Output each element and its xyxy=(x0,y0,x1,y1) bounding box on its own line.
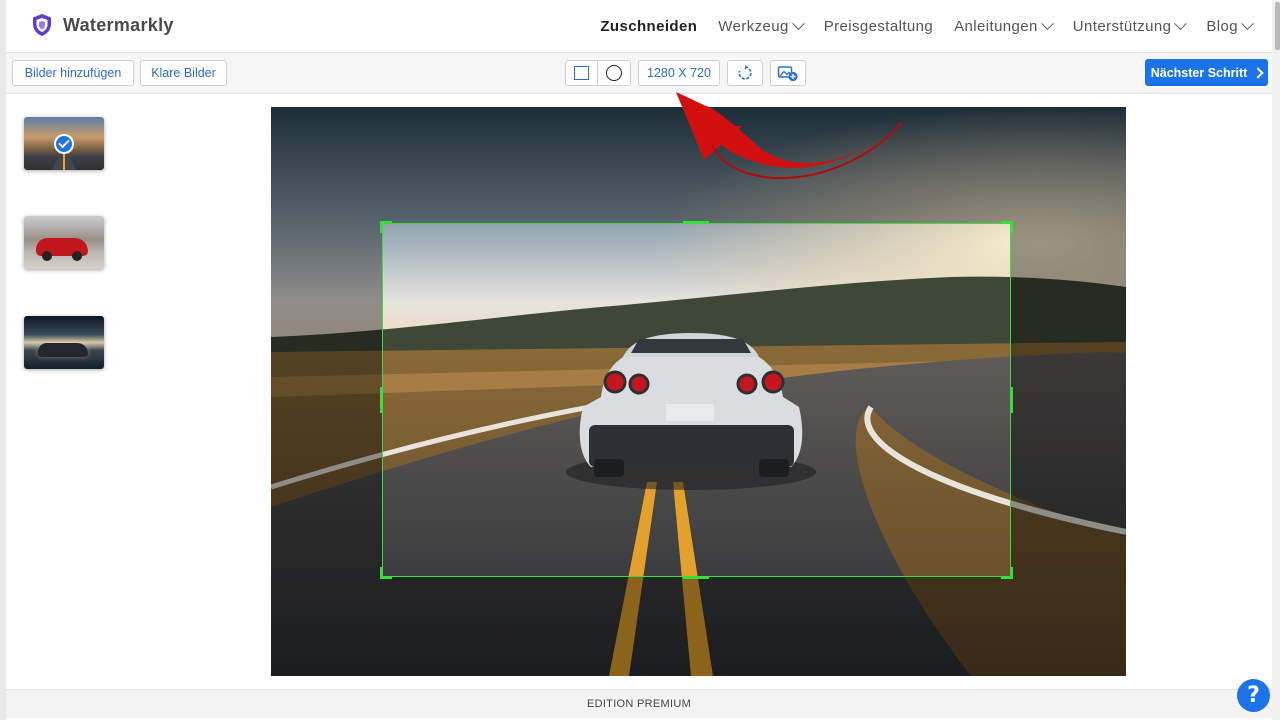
nav-item-preisgestaltung[interactable]: Preisgestaltung xyxy=(824,18,933,35)
top-navigation: Watermarkly Zuschneiden Werkzeug Preisge… xyxy=(6,0,1272,53)
selected-check-icon xyxy=(54,134,74,154)
chevron-down-icon xyxy=(791,17,805,31)
chevron-down-icon xyxy=(1040,17,1054,31)
thumb-wheel xyxy=(72,251,82,261)
thumb-wheel xyxy=(42,251,52,261)
add-image-button[interactable] xyxy=(770,60,806,86)
help-button[interactable]: ? xyxy=(1237,679,1270,712)
thumb-lane xyxy=(63,153,65,170)
nav-label: Zuschneiden xyxy=(600,18,698,35)
nav-label: Werkzeug xyxy=(718,18,789,35)
editor-toolbar: Bilder hinzufügen Klare Bilder 1280 X 72… xyxy=(6,53,1272,94)
nav-item-zuschneiden[interactable]: Zuschneiden xyxy=(600,18,697,35)
square-icon xyxy=(574,66,589,80)
page-scrollbar-thumb[interactable] xyxy=(1275,2,1280,50)
crop-handle-left[interactable] xyxy=(380,387,383,413)
brand-logo[interactable]: Watermarkly xyxy=(31,13,174,37)
thumbnail-red-porsche[interactable] xyxy=(24,216,104,269)
nav-label: Anleitungen xyxy=(954,18,1038,35)
nav-item-werkzeug[interactable]: Werkzeug xyxy=(718,17,805,35)
nav-item-blog[interactable]: Blog xyxy=(1206,17,1254,35)
photo-canvas[interactable] xyxy=(271,107,1126,676)
nav-label: Unterstützung xyxy=(1072,18,1172,35)
brand-name: Watermarkly xyxy=(63,14,174,35)
nav-label: Preisgestaltung xyxy=(823,18,934,35)
chevron-right-icon xyxy=(1252,66,1264,79)
clear-images-button[interactable]: Klare Bilder xyxy=(140,60,227,86)
page-scrollbar[interactable] xyxy=(1272,0,1280,720)
edition-footer: EDITION PREMIUM xyxy=(6,689,1272,718)
chevron-down-icon xyxy=(1174,17,1188,31)
nav-item-unterstuetzung[interactable]: Unterstützung xyxy=(1072,17,1188,35)
chevron-down-icon xyxy=(1241,17,1254,31)
thumbnail-road-car-sunset[interactable] xyxy=(24,117,104,170)
crop-handle-bottom-right[interactable] xyxy=(1001,567,1013,579)
editor-workspace xyxy=(6,94,1272,689)
next-step-button[interactable]: Nächster Schritt xyxy=(1145,59,1268,86)
crop-shape-rectangle-button[interactable] xyxy=(566,61,599,85)
help-label: ? xyxy=(1247,683,1260,708)
add-image-icon xyxy=(777,66,798,82)
crop-shape-circle-button[interactable] xyxy=(598,61,630,85)
crop-frame[interactable] xyxy=(380,221,1013,579)
circle-icon xyxy=(606,65,622,81)
rotate-button[interactable] xyxy=(727,60,763,86)
nav-item-anleitungen[interactable]: Anleitungen xyxy=(954,17,1054,35)
crop-handle-top[interactable] xyxy=(683,221,709,224)
thumbnail-gray-sports-car[interactable] xyxy=(24,316,104,369)
rotate-icon xyxy=(738,65,752,80)
crop-shape-selector xyxy=(565,60,631,86)
thumb-car xyxy=(38,343,88,357)
crop-handle-top-left[interactable] xyxy=(380,221,392,233)
next-step-label: Nächster Schritt xyxy=(1150,65,1248,80)
crop-handle-bottom-left[interactable] xyxy=(380,567,392,579)
shield-icon xyxy=(33,14,51,36)
nav-label: Blog xyxy=(1206,18,1238,35)
crop-handle-top-right[interactable] xyxy=(1001,221,1013,233)
crop-size-button[interactable]: 1280 X 720 xyxy=(638,60,720,86)
crop-handle-bottom[interactable] xyxy=(683,576,709,579)
add-images-button[interactable]: Bilder hinzufügen xyxy=(12,60,134,86)
main-menu: Zuschneiden Werkzeug Preisgestaltung Anl… xyxy=(579,0,1254,53)
crop-handle-right[interactable] xyxy=(1010,387,1013,413)
edition-label: EDITION PREMIUM xyxy=(586,698,692,710)
